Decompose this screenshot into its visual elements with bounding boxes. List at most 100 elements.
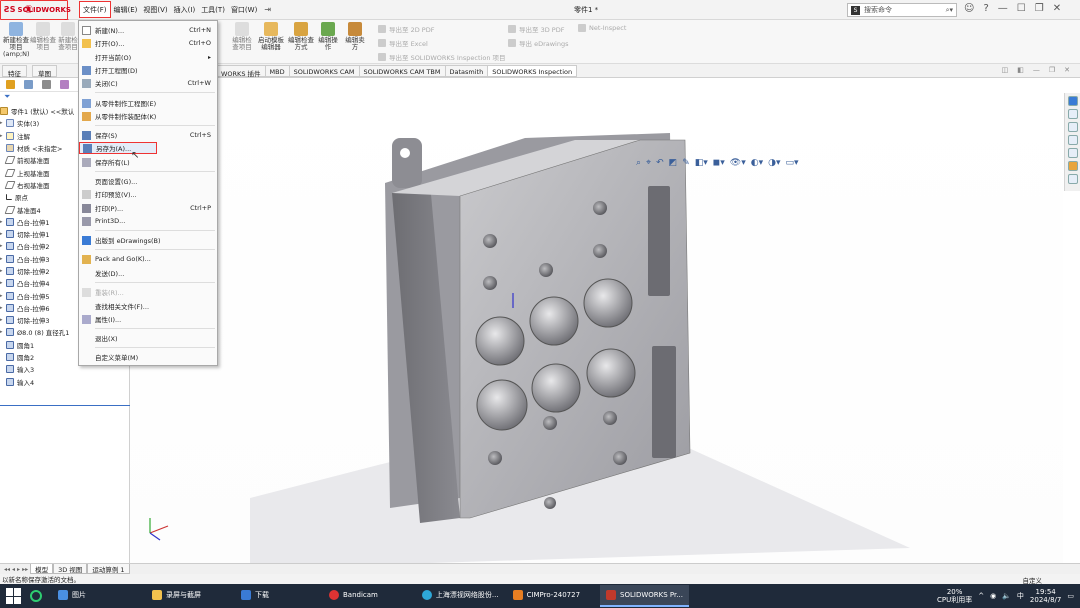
tab-3d-views[interactable]: 3D 视图 [53,564,88,574]
network-icon[interactable]: ◉ [990,592,996,600]
search-icon[interactable]: ⌕▾ [946,6,953,15]
new-inspection-project-2-button[interactable]: 新建检查项目 [57,22,79,51]
menu-item-send[interactable]: 发送(D)... [79,267,217,279]
tab-datasmith[interactable]: Datasmith [445,65,489,77]
edit-inspection-method-button[interactable]: 编辑检查方式 [288,22,314,51]
feature-manager-icon[interactable] [6,80,15,89]
menu-window[interactable]: 窗口(W) [228,5,260,15]
taskbar-app-screen-capture[interactable]: 录屏与截屏 [146,585,207,607]
menu-item-open-drawing[interactable]: 打开工程图(D) [79,64,217,76]
menu-view[interactable]: 视图(V) [140,5,170,15]
menu-item-save-all[interactable]: 保存所有(L) [79,156,217,168]
tab-cam-tbm[interactable]: SOLIDWORKS CAM TBM [359,65,446,77]
doc-minimize-icon[interactable]: — [1033,66,1040,74]
menu-item-customize-menu[interactable]: 自定义菜单(M) [79,351,217,363]
tab-inspection[interactable]: SOLIDWORKS Inspection [488,65,578,77]
tree-item[interactable]: 输入4 [0,376,129,388]
cascade-icon[interactable]: ◧ [1017,66,1024,74]
taskbar-app-downloads[interactable]: 下载 [235,585,275,607]
volume-icon[interactable]: 🔈 [1002,592,1011,600]
display-style-icon[interactable]: ◼▾ [713,158,725,168]
export-2d-pdf-button[interactable]: 导出至 2D PDF [378,24,434,34]
tab-addins[interactable]: WORKS 插件 [217,65,266,78]
zoom-area-icon[interactable]: ⌖ [646,158,651,168]
edit-operation-button[interactable]: 编辑操作 [316,22,340,51]
export-edrawings-button[interactable]: 导出 eDrawings [508,38,568,48]
dynamic-annotation-icon[interactable]: ✎ [682,158,690,168]
solidworks-resources-icon[interactable] [1067,96,1078,106]
search-input[interactable]: 搜索命令 [864,5,946,15]
notification-icon[interactable]: ▭ [1067,592,1074,600]
pin-icon[interactable]: ⇥ [264,5,271,14]
previous-view-icon[interactable]: ↶ [656,158,664,168]
menu-item-pack-and-go[interactable]: Pack and Go(K)... [79,253,217,265]
tab-mbd[interactable]: MBD [265,65,290,77]
menu-item-print-preview[interactable]: 打印预览(V)... [79,188,217,200]
minimize-icon[interactable]: — [998,3,1008,14]
taskbar-app-solidworks[interactable]: SOLIDWORKS Pr... [600,585,689,607]
edit-inspection-project-button[interactable]: 编辑检查项目 [30,22,56,51]
ime-indicator[interactable]: 中 [1017,591,1024,601]
maximize-icon[interactable]: ☐ [1017,3,1026,14]
tab-sketch[interactable]: 草图 [32,65,57,78]
view-palette-icon[interactable] [1067,148,1078,158]
dim-expert-icon[interactable] [60,80,69,89]
solidworks-logo[interactable]: ƧS SOLIDWORKS [0,0,71,20]
menu-item-make-assembly[interactable]: 从零件制作装配体(K) [79,110,217,122]
scene-icon[interactable]: ◑▾ [768,158,780,168]
graphics-viewport[interactable]: ⌕ ⌖ ↶ ◩ ✎ ◧▾ ◼▾ 👁▾ ◐▾ ◑▾ ▭▾ [130,78,1063,563]
net-inspect-button[interactable]: Net-Inspect [578,24,626,32]
doc-close-icon[interactable]: ✕ [1064,66,1070,74]
taskbar-app-photos[interactable]: 图片 [52,585,92,607]
taskbar-app-cimpro[interactable]: CIMPro-240727 [507,585,586,607]
menu-item-open-current[interactable]: 打开当前(O) ▸ [79,51,217,63]
view-orientation-icon[interactable]: ◧▾ [695,158,708,168]
menu-item-new[interactable]: 新建(N)... Ctrl+N [79,24,217,36]
menu-item-close[interactable]: 关闭(C) Ctrl+W [79,77,217,89]
tab-nav-last-icon[interactable]: ▸▸ [22,566,28,573]
home-icon[interactable] [1067,109,1078,119]
doc-restore-icon[interactable]: ❐ [1049,66,1055,74]
menu-item-open[interactable]: 打开(O)... Ctrl+O [79,37,217,49]
menu-item-page-setup[interactable]: 页面设置(G)... [79,175,217,187]
windows-start-icon[interactable] [6,588,22,604]
config-manager-icon[interactable] [42,80,51,89]
edit-project-right-button[interactable]: 编辑检查项目 [230,22,254,51]
menu-insert[interactable]: 插入(I) [171,5,199,15]
file-explorer-icon[interactable] [1067,135,1078,145]
menu-item-print[interactable]: 打印(P)... Ctrl+P [79,202,217,214]
template-editor-button[interactable]: 启动模板编辑器 [258,22,284,51]
property-manager-icon[interactable] [24,80,33,89]
design-library-icon[interactable] [1067,122,1078,132]
tab-nav-prev-icon[interactable]: ◂ [12,566,15,573]
user-icon[interactable]: ☺ [964,3,974,14]
export-3d-pdf-button[interactable]: 导出至 3D PDF [508,24,564,34]
help-icon[interactable]: ? [983,3,988,14]
zoom-fit-icon[interactable]: ⌕ [636,158,641,168]
export-inspection-project-button[interactable]: 导出至 SOLIDWORKS Inspection 项目 [378,52,506,62]
menu-item-exit[interactable]: 退出(X) [79,332,217,344]
tab-features[interactable]: 特征 [2,65,27,78]
menu-item-reload[interactable]: 重装(R)... [79,286,217,298]
menu-item-properties[interactable]: 属性(I)... [79,313,217,325]
taskbar-app-bandicam[interactable]: Bandicam [323,585,384,607]
section-view-icon[interactable]: ◩ [669,158,678,168]
tile-icon[interactable]: ◫ [1002,66,1009,74]
tab-nav-next-icon[interactable]: ▸ [17,566,20,573]
menu-file[interactable]: 文件(F) [79,1,111,18]
custom-properties-icon[interactable] [1067,174,1078,184]
tab-cam[interactable]: SOLIDWORKS CAM [289,65,360,77]
menu-item-make-drawing[interactable]: 从零件制作工程图(E) [79,97,217,109]
search-command-box[interactable]: S 搜索命令 ⌕▾ [847,3,957,17]
menu-edit[interactable]: 编辑(E) [111,5,141,15]
edit-vendor-button[interactable]: 编辑卖方 [343,22,367,51]
restore-icon[interactable]: ❐ [1035,3,1044,14]
new-inspection-project-button[interactable]: 新建检查项目 (amp;N) [3,22,30,58]
appearances-icon[interactable] [1067,161,1078,171]
menu-item-save-as[interactable]: 另存为(A)... [79,142,157,154]
close-icon[interactable]: ✕ [1053,3,1061,14]
menu-item-publish-edrawings[interactable]: 出版到 eDrawings(B) [79,234,217,246]
menu-tools[interactable]: 工具(T) [198,5,228,15]
recorder-icon[interactable] [30,590,42,602]
tab-model[interactable]: 模型 [30,564,54,574]
